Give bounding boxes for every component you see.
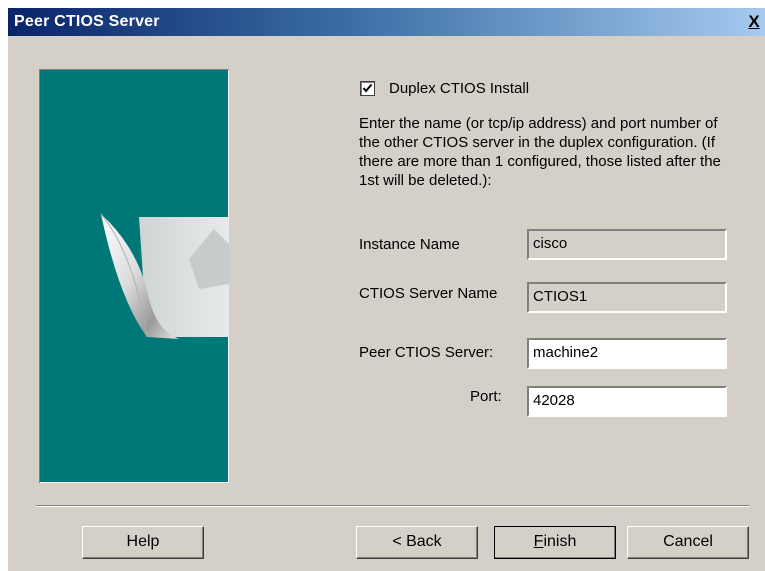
instance-name-field: cisco: [527, 229, 727, 260]
finish-mnemonic: F: [533, 533, 544, 550]
duplex-label: Duplex CTIOS Install: [389, 80, 530, 97]
back-button[interactable]: < Back: [356, 526, 478, 559]
port-label: Port:: [470, 388, 502, 405]
peer-server-input[interactable]: machine2: [527, 338, 727, 369]
finish-label: inish: [543, 533, 577, 550]
close-icon[interactable]: X: [745, 13, 763, 31]
server-name-label: CTIOS Server Name: [359, 285, 498, 302]
instructions-text: Enter the name (or tcp/ip address) and p…: [359, 115, 721, 189]
window-title: Peer CTIOS Server: [14, 13, 160, 30]
instance-name-label: Instance Name: [359, 236, 460, 253]
peer-server-label: Peer CTIOS Server:: [359, 344, 494, 361]
port-input[interactable]: 42028: [527, 386, 727, 417]
finish-button[interactable]: Finish: [494, 526, 616, 559]
wizard-dialog: Peer CTIOS Server X Duplex CTIOS Install…: [8, 8, 765, 571]
title-bar[interactable]: Peer CTIOS Server X: [8, 8, 765, 36]
check-icon: [362, 83, 373, 93]
separator: [36, 505, 749, 507]
page-curl-graphic: [100, 213, 229, 339]
help-button[interactable]: Help: [82, 526, 204, 559]
wizard-side-panel: [39, 69, 229, 483]
duplex-checkbox[interactable]: [360, 81, 375, 96]
cancel-button[interactable]: Cancel: [627, 526, 749, 559]
server-name-field: CTIOS1: [527, 282, 727, 313]
